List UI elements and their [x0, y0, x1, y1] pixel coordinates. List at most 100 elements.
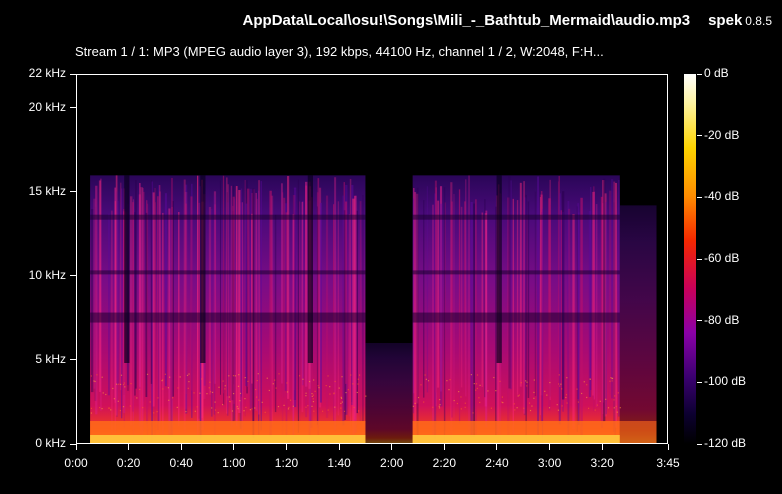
- spectrogram-speckle: [305, 395, 307, 397]
- spectrogram-speckle: [107, 407, 110, 409]
- spectrogram-speckle: [464, 402, 466, 404]
- spectrogram-speckle: [117, 400, 119, 402]
- spectrogram-speckle: [365, 395, 367, 397]
- spectrogram-speckle: [417, 396, 420, 399]
- spectrogram-speckle: [476, 374, 479, 376]
- spectrogram-streak: [168, 208, 171, 438]
- spectrogram-speckle: [614, 395, 616, 397]
- spectrogram-streak: [342, 195, 345, 426]
- spectrogram-speckle: [475, 383, 478, 385]
- spectrogram-speckle: [617, 392, 619, 394]
- spectrogram-streak: [170, 177, 173, 401]
- spectrogram-streak: [164, 193, 167, 387]
- spectrogram-streak: [108, 213, 110, 396]
- spectrogram-gap: [365, 343, 413, 443]
- spectrogram-speckle: [305, 406, 307, 408]
- spectrogram-speckle: [272, 383, 274, 385]
- spectrogram-speckle: [523, 407, 525, 409]
- db-tick-label: 0 dB: [704, 66, 729, 80]
- spectrogram-speckle: [258, 399, 260, 401]
- spectrogram-speckle: [256, 379, 258, 382]
- spectrogram-speckle: [109, 407, 111, 409]
- time-tick-mark: [338, 444, 340, 450]
- spectrogram-speckle: [470, 374, 472, 376]
- spectrogram-speckle: [274, 379, 276, 381]
- time-tick-label: 2:40: [485, 456, 509, 470]
- spectrogram-speckle: [115, 383, 118, 385]
- time-tick-label: 0:00: [64, 456, 88, 470]
- spectrogram-streak: [605, 201, 607, 415]
- spectrogram-speckle: [460, 408, 462, 410]
- spectrogram-speckle: [228, 396, 230, 398]
- spectrogram-speckle: [356, 391, 358, 394]
- spectrogram-speckle: [90, 375, 92, 377]
- frequency-tick-mark: [70, 107, 76, 109]
- time-tick-mark: [667, 444, 669, 450]
- spectrogram-bass-peak: [90, 435, 366, 443]
- spectrogram-speckle: [611, 377, 614, 379]
- spectrogram-speckle: [193, 392, 195, 394]
- spectrogram-bass: [619, 421, 657, 443]
- spectrogram-speckle: [490, 407, 493, 409]
- spectrogram-speckle: [533, 397, 535, 399]
- spectrogram-speckle: [251, 408, 253, 410]
- spectrogram-speckle: [124, 386, 126, 388]
- spectrogram-speckle: [610, 377, 612, 379]
- spectrogram-speckle: [558, 374, 560, 376]
- spectrogram-speckle: [425, 378, 427, 380]
- spectrogram-speckle: [93, 380, 95, 382]
- spectrogram-streak: [516, 200, 519, 395]
- spectrogram-speckle: [586, 384, 588, 386]
- spectrogram-speckle: [120, 383, 122, 385]
- spectrogram-speckle: [438, 405, 440, 407]
- spectrogram-speckle: [238, 374, 240, 376]
- spectrogram-speckle: [338, 387, 340, 389]
- spectrogram-speckle: [149, 401, 151, 403]
- spectrogram-streak: [98, 180, 101, 392]
- spectrogram-streak: [356, 210, 358, 414]
- spectrogram-speckle: [453, 399, 455, 402]
- spectrogram-speckle: [439, 398, 441, 401]
- spectrogram-speckle: [456, 402, 459, 405]
- spectrogram-speckle: [298, 375, 301, 377]
- spectrogram-speckle: [546, 394, 548, 396]
- spectrogram-streak: [337, 201, 339, 416]
- spectrogram-speckle: [122, 383, 125, 386]
- spectrogram-speckle: [120, 374, 123, 376]
- spectrogram-speckle: [211, 391, 214, 394]
- spectrogram-tail: [619, 205, 657, 443]
- spectrogram-streak: [135, 180, 137, 389]
- spectrogram-speckle: [243, 410, 245, 412]
- frequency-tick-mark: [70, 275, 76, 277]
- spectrogram-bass-peak: [412, 435, 620, 443]
- spectrogram-speckle: [493, 376, 495, 379]
- spectrogram-speckle: [153, 412, 155, 414]
- spectrogram-speckle: [168, 399, 170, 401]
- spectrogram-speckle: [286, 382, 288, 384]
- spectrogram-speckle: [526, 381, 528, 383]
- spectrogram-streak: [232, 196, 235, 404]
- spectrogram-speckle: [347, 389, 349, 391]
- spectrogram-speckle: [130, 382, 132, 385]
- spectrogram-speckle: [525, 380, 527, 382]
- spectrogram-speckle: [583, 381, 585, 383]
- spectrogram-speckle: [358, 374, 361, 376]
- spectrogram-plot: [76, 74, 668, 444]
- spectrogram-streak: [150, 180, 153, 384]
- spectrogram-speckle: [101, 408, 103, 410]
- spectrogram-speckle: [119, 409, 121, 412]
- spectrogram-speckle: [118, 383, 120, 385]
- spectrogram-speckle: [177, 387, 179, 389]
- spectrogram-speckle: [615, 405, 617, 408]
- spectrogram-speckle: [565, 394, 568, 396]
- time-tick-label: 3:45: [656, 456, 680, 470]
- spectrogram-speckle: [357, 378, 359, 380]
- spectrogram-speckle: [341, 401, 343, 403]
- spectrogram-streak: [286, 176, 290, 399]
- spectrogram-speckle: [214, 409, 217, 411]
- spectrogram-speckle: [146, 373, 149, 375]
- spectrogram-speckle: [313, 410, 315, 412]
- spectrogram-speckle: [526, 385, 528, 387]
- time-tick-label: 2:00: [380, 456, 404, 470]
- spectrogram-streak: [235, 186, 238, 427]
